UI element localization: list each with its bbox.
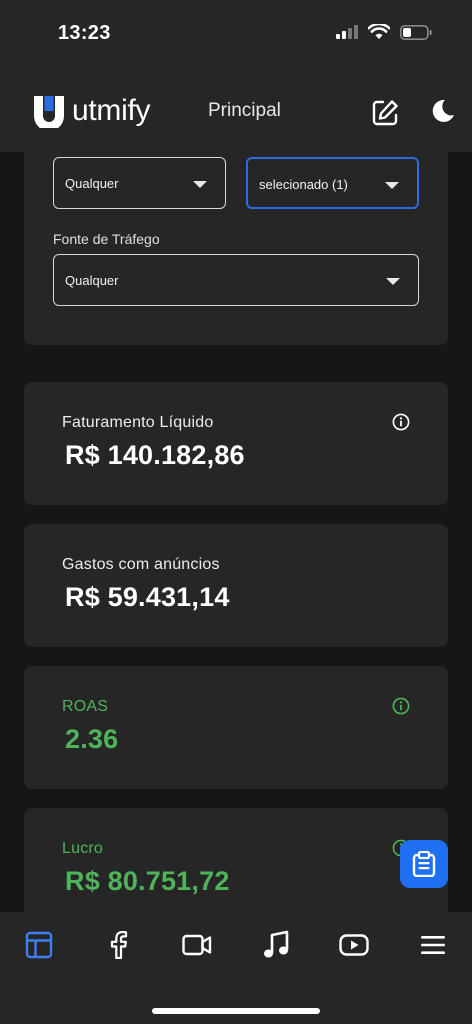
video-camera-icon [182, 934, 212, 956]
metric-label: Faturamento Líquido [62, 414, 214, 431]
music-note-icon [264, 930, 289, 958]
info-icon[interactable] [392, 413, 410, 431]
home-indicator [152, 1008, 320, 1014]
caret-down-icon [193, 181, 207, 188]
tab-menu[interactable] [418, 930, 448, 960]
info-icon[interactable] [392, 697, 410, 715]
status-bar: 13:23 [0, 0, 472, 70]
traffic-source-select[interactable]: Qualquer [53, 254, 419, 306]
caret-down-icon [385, 182, 399, 189]
tab-facebook[interactable] [103, 930, 133, 960]
tab-video[interactable] [182, 930, 212, 960]
tab-music[interactable] [261, 930, 291, 960]
edit-icon[interactable] [370, 98, 400, 128]
metric-value: R$ 59.431,14 [65, 582, 230, 612]
facebook-icon [110, 931, 128, 959]
status-time: 13:23 [58, 22, 111, 44]
metric-value: R$ 80.751,72 [65, 866, 230, 896]
tab-dashboard[interactable] [24, 930, 54, 960]
metric-card-ad-spend: Gastos com anúncios R$ 59.431,14 [24, 524, 448, 647]
metric-card-roas: ROAS 2.36 [24, 666, 448, 789]
filter-select-selected[interactable]: selecionado (1) [246, 157, 419, 209]
select-value: selecionado (1) [259, 177, 348, 192]
bottom-tab-bar [0, 912, 472, 1024]
menu-icon [421, 936, 445, 954]
filter-select-any[interactable]: Qualquer [53, 157, 226, 209]
youtube-icon [339, 934, 369, 956]
tab-youtube[interactable] [339, 930, 369, 960]
utmify-logo-icon [34, 96, 64, 128]
select-value: Qualquer [65, 176, 119, 191]
cellular-signal-icon [336, 25, 358, 39]
battery-icon [400, 24, 432, 40]
dashboard-icon [25, 931, 53, 959]
metric-card-net-revenue: Faturamento Líquido R$ 140.182,86 [24, 382, 448, 505]
metric-value: R$ 140.182,86 [65, 440, 245, 470]
caret-down-icon [386, 278, 400, 285]
status-icons [336, 24, 432, 40]
moon-icon[interactable] [430, 98, 456, 124]
metric-label: Gastos com anúncios [62, 556, 220, 573]
traffic-source-label: Fonte de Tráfego [53, 231, 160, 247]
logo[interactable]: utmify [32, 94, 151, 128]
clipboard-fab-button[interactable] [400, 840, 448, 888]
select-value: Qualquer [65, 273, 119, 288]
clipboard-icon [412, 851, 436, 877]
metric-label: ROAS [62, 698, 109, 715]
logo-text: utmify [72, 94, 151, 127]
metric-value: 2.36 [65, 724, 119, 754]
metric-label: Lucro [62, 840, 104, 857]
wifi-icon [368, 24, 390, 39]
page-title: Principal [208, 100, 281, 121]
